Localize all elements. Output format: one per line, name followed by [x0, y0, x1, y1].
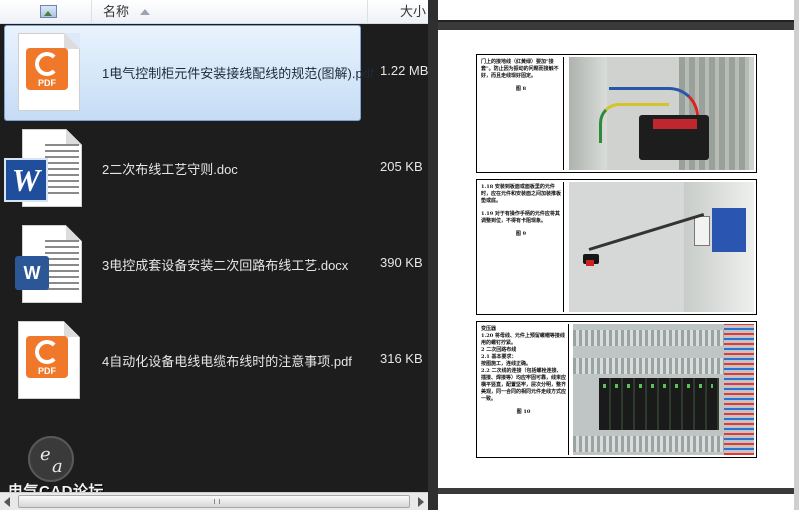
- preview-pane: 门上的接地线（红黄绿）要加"接套"。防止因为振动的问题而接触不好，而且走线现好固…: [438, 0, 799, 510]
- file-list-pane: 名称 大小 PDF 1电气控制柜元件安装接线配线的规范(图解).pdf 1.22…: [0, 0, 428, 510]
- file-row[interactable]: PDF 4自动化设备电线电缆布线时的注意事项.pdf 316 KB: [0, 313, 428, 409]
- file-size: 390 KB: [380, 255, 423, 270]
- word-docx-icon: W: [15, 225, 82, 303]
- preview-page: 门上的接地线（红黄绿）要加"接套"。防止因为振动的问题而接触不好，而且走线现好固…: [438, 30, 794, 488]
- figure-block: 1.18 安装到板面或面板里的元件时，应在元件和安装面之间加装推板垫或底。 1.…: [476, 179, 757, 315]
- word-logo-icon: W: [15, 256, 49, 290]
- file-row[interactable]: W 2二次布线工艺守则.doc 205 KB: [0, 121, 428, 217]
- scroll-left-icon[interactable]: [4, 497, 10, 507]
- figure-block: 门上的接地线（红黄绿）要加"接套"。防止因为振动的问题而接触不好，而且走线现好固…: [476, 54, 757, 173]
- figure-caption: 图 8: [515, 86, 527, 92]
- breaker-handle-photo: [569, 182, 754, 312]
- preview-vertical-scrollbar[interactable]: [794, 0, 799, 510]
- pdf-icon: PDF: [18, 33, 80, 111]
- file-row[interactable]: W 3电控成套设备安装二次回路布线工艺.docx 390 KB: [0, 217, 428, 313]
- watermark-logo: e a: [28, 436, 74, 482]
- cabinet-wiring-photo: [569, 57, 754, 170]
- column-header-size[interactable]: 大小: [400, 0, 426, 24]
- pane-splitter[interactable]: [428, 0, 438, 510]
- word-logo-icon: W: [4, 158, 48, 202]
- sort-ascending-icon: [140, 9, 150, 15]
- file-size: 1.22 MB: [380, 63, 428, 78]
- header-icon-column[interactable]: [0, 0, 92, 24]
- plc-panel-photo: [573, 324, 754, 455]
- file-size: 316 KB: [380, 351, 423, 366]
- file-name: 4自动化设备电线电缆布线时的注意事项.pdf: [102, 354, 352, 369]
- file-name: 1电气控制柜元件安装接线配线的规范(图解).pdf: [102, 66, 374, 81]
- scrollbar-thumb[interactable]: [18, 495, 410, 508]
- horizontal-scrollbar[interactable]: [0, 492, 428, 510]
- file-name: 3电控成套设备安装二次回路布线工艺.docx: [102, 258, 349, 273]
- column-header-size-label: 大小: [400, 4, 427, 19]
- figure-block: 变压器 1.20 将母线、元件上预留螺帽等接线用的螺钉拧紧。 2 二次回路布线 …: [476, 321, 757, 458]
- column-header: 名称 大小: [0, 0, 428, 24]
- figure-caption: 图 10: [516, 409, 531, 415]
- pdf-icon: PDF: [18, 321, 80, 399]
- figure-text: 变压器 1.20 将母线、元件上预留螺帽等接线用的螺钉拧紧。 2 二次回路布线 …: [479, 324, 569, 455]
- file-size: 205 KB: [380, 159, 423, 174]
- column-header-name[interactable]: 名称: [92, 0, 368, 24]
- file-row[interactable]: PDF 1电气控制柜元件安装接线配线的规范(图解).pdf 1.22 MB: [0, 25, 428, 121]
- figure-text: 1.18 安装到板面或面板里的元件时，应在元件和安装面之间加装推板垫或底。 1.…: [479, 182, 564, 312]
- preview-page-previous: [438, 0, 794, 22]
- picture-icon: [40, 5, 57, 18]
- figure-text: 门上的接地线（红黄绿）要加"接套"。防止因为振动的问题而接触不好，而且走线现好固…: [479, 57, 564, 170]
- scroll-right-icon[interactable]: [418, 497, 424, 507]
- preview-page-next: [438, 494, 794, 510]
- column-header-name-label: 名称: [103, 4, 130, 19]
- file-name: 2二次布线工艺守则.doc: [102, 162, 238, 177]
- figure-caption: 图 9: [515, 231, 527, 237]
